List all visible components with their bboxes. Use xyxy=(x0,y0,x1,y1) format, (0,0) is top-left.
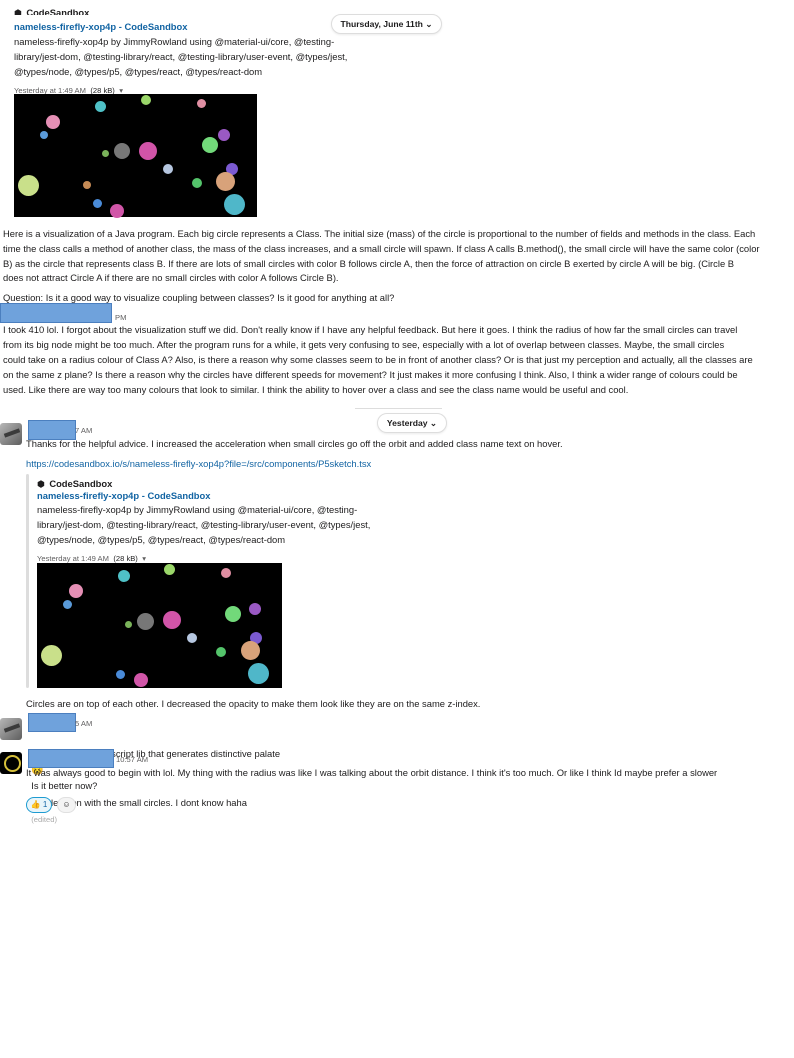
reaction-count: 1 xyxy=(42,800,48,809)
message-text-line: from its big node might be too much. Aft… xyxy=(3,339,725,350)
avatar[interactable] xyxy=(0,752,22,774)
circle xyxy=(249,603,261,615)
date-divider-line xyxy=(355,408,442,409)
message-text: Circles are on top of each other. I decr… xyxy=(26,698,481,709)
circle xyxy=(40,131,48,139)
unfurl-meta-time: Yesterday at 1:49 AM xyxy=(37,554,109,563)
circle xyxy=(118,570,130,582)
circle xyxy=(224,194,245,215)
circle xyxy=(141,95,151,105)
circle xyxy=(95,101,106,112)
unfurl-description-line: library/jest-dom, @testing-library/react… xyxy=(37,519,371,530)
sketch-preview-image[interactable] xyxy=(14,94,257,218)
message-timestamp[interactable]: 10:57 AM xyxy=(116,755,148,765)
message-text-line: on the same z plane? Is there a reason w… xyxy=(3,369,738,380)
date-divider-label: Yesterday xyxy=(386,418,428,428)
redacted-username xyxy=(0,303,112,323)
circle xyxy=(114,143,130,159)
avatar-photo xyxy=(3,428,21,438)
circle xyxy=(125,621,132,628)
thumbs-up-icon: 👍 xyxy=(30,800,41,809)
circle xyxy=(137,613,154,630)
circle xyxy=(197,99,206,108)
message-text-line: used. Like there are way too many colour… xyxy=(3,384,629,395)
message-text-line: time the class calls a method of another… xyxy=(3,243,760,254)
chevron-down-icon: ⌄ xyxy=(429,418,438,428)
unfurl-description-line: @types/node, @types/p5, @types/react, @t… xyxy=(37,534,286,545)
message-text-line: Here is a visualization of a Java progra… xyxy=(3,228,756,239)
circle xyxy=(163,164,173,174)
unfurl-meta-size[interactable]: (28 kB) xyxy=(113,554,137,563)
circle xyxy=(110,204,124,218)
sketch-preview-image[interactable] xyxy=(37,563,282,688)
circle xyxy=(41,645,62,666)
sandbox-link[interactable]: https://codesandbox.io/s/nameless-firefl… xyxy=(26,456,371,471)
circle xyxy=(18,175,39,196)
attachment-quote-bar xyxy=(26,474,29,688)
message-text-line: It was always good to begin with lol. My… xyxy=(26,767,718,778)
message-text: Thanks for the helpful advice. I increas… xyxy=(26,438,563,449)
add-reaction-icon: ☺ xyxy=(62,800,71,809)
reaction-thumbs-up[interactable]: 👍 1 xyxy=(26,797,52,813)
unfurl-description-line: library/jest-dom, @testing-library/react… xyxy=(14,51,348,62)
unfurl-description-line: @types/node, @types/p5, @types/react, @t… xyxy=(14,66,263,77)
date-divider-pill[interactable]: Thursday, June 11th ⌄ xyxy=(331,14,442,34)
circle xyxy=(192,178,202,188)
circle xyxy=(116,670,125,679)
date-divider-pill[interactable]: Yesterday ⌄ xyxy=(377,413,447,433)
circle xyxy=(187,633,197,643)
date-divider-label: Thursday, June 11th xyxy=(340,19,423,29)
collapse-caret-icon[interactable]: ▾ xyxy=(142,554,146,563)
chevron-down-icon: ⌄ xyxy=(425,19,433,29)
circle xyxy=(69,584,83,598)
circle xyxy=(241,641,260,660)
circle xyxy=(93,199,102,208)
unfurl-description-line: nameless-firefly-xop4p by JimmyRowland u… xyxy=(14,36,335,47)
avatar-graphic xyxy=(4,755,21,772)
unfurl-site-row: ⬢ CodeSandbox xyxy=(14,3,90,16)
unfurl-title-link[interactable]: nameless-firefly-xop4p - CodeSandbox xyxy=(14,19,187,34)
message-text-line: does not attract Circle A if there are n… xyxy=(3,272,339,283)
avatar-photo xyxy=(3,723,21,733)
avatar[interactable] xyxy=(0,718,22,740)
circle xyxy=(139,142,157,160)
circle xyxy=(164,564,175,575)
circle xyxy=(216,172,235,191)
unfurl-site-name: CodeSandbox xyxy=(26,7,90,16)
edited-label: (edited) xyxy=(31,814,57,824)
circle xyxy=(218,129,230,141)
circle xyxy=(202,137,218,153)
circle xyxy=(134,673,148,687)
circle xyxy=(163,611,181,629)
circle xyxy=(225,606,241,622)
avatar[interactable] xyxy=(0,423,22,445)
circle xyxy=(63,600,72,609)
add-reaction-button[interactable]: ☺ xyxy=(57,797,76,813)
message-timestamp[interactable]: 5 AM xyxy=(75,719,92,729)
message-timestamp[interactable]: 7 AM xyxy=(75,426,92,436)
unfurl-description-line: nameless-firefly-xop4p by JimmyRowland u… xyxy=(37,504,358,515)
circle xyxy=(248,663,269,684)
circle xyxy=(221,568,231,578)
message-text-line: I took 410 lol. I forgot about the visua… xyxy=(3,324,738,335)
circle xyxy=(102,150,109,157)
message-text-line: could take on a radius colour of Class A… xyxy=(3,354,753,365)
redacted-username xyxy=(28,713,76,732)
codesandbox-icon: ⬢ xyxy=(14,8,22,15)
circle xyxy=(46,115,60,129)
circle xyxy=(83,181,91,189)
circle xyxy=(216,647,226,657)
